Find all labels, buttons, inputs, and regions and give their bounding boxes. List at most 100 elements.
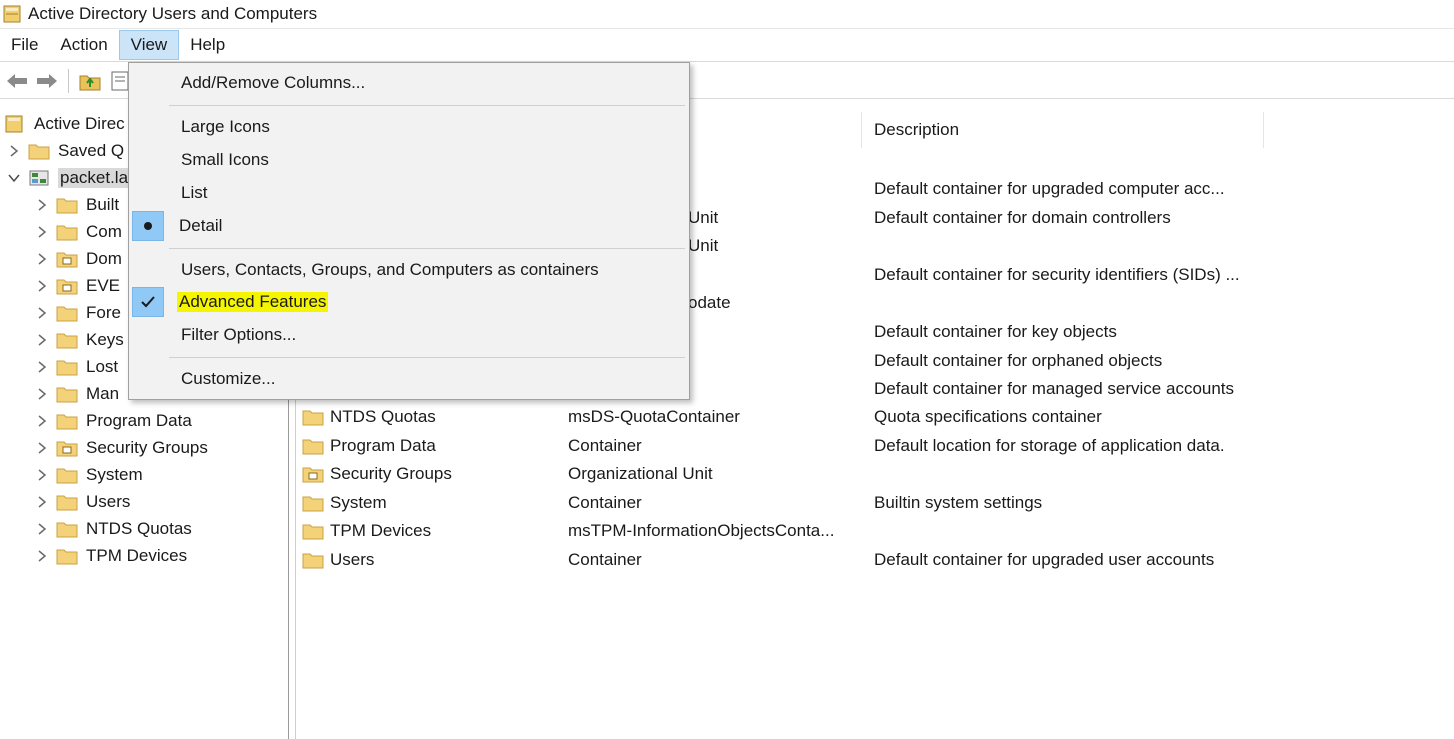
tree-item[interactable]: Fore: [34, 299, 121, 326]
tree-item[interactable]: Man: [34, 380, 119, 407]
list-item-name: System: [302, 489, 387, 517]
folder-icon: [302, 410, 324, 426]
tree-item-label: Keys: [86, 329, 124, 349]
tree-root-label: Active Direc: [34, 113, 125, 133]
expand-chevron-icon[interactable]: [34, 548, 50, 564]
menu-item-add-remove-columns[interactable]: Add/Remove Columns...: [129, 68, 689, 98]
expand-chevron-icon[interactable]: [34, 305, 50, 321]
title-bar: Active Directory Users and Computers: [0, 0, 1454, 28]
list-item-name-label: Program Data: [330, 435, 436, 455]
expand-chevron-icon[interactable]: [34, 359, 50, 375]
tree-item-domain[interactable]: packet.la: [6, 164, 131, 191]
list-item-type: Organizational Unit: [568, 464, 713, 484]
tree-root[interactable]: Active Direc: [4, 110, 125, 137]
list-item-type: Unit: [688, 207, 719, 227]
expand-chevron-icon[interactable]: [34, 521, 50, 537]
tree-item[interactable]: System: [34, 461, 143, 488]
list-item[interactable]: Security Groups Organizational Unit: [296, 460, 1454, 488]
menu-item-large-icons[interactable]: Large Icons: [129, 112, 689, 142]
menu-action[interactable]: Action: [49, 30, 118, 60]
expand-chevron-icon[interactable]: [34, 440, 50, 456]
tree-item[interactable]: TPM Devices: [34, 542, 187, 569]
tree-item[interactable]: Dom: [34, 245, 122, 272]
list-item-name: Security Groups: [302, 460, 452, 488]
expand-chevron-icon[interactable]: [34, 494, 50, 510]
expand-chevron-icon[interactable]: [34, 197, 50, 213]
list-item-description: Quota specifications container: [874, 407, 1102, 426]
folder-icon: [56, 198, 78, 213]
list-item-type: Unit: [688, 236, 719, 256]
tree-item[interactable]: Keys: [34, 326, 124, 353]
tree-item-label: Man: [86, 383, 120, 403]
expand-chevron-icon[interactable]: [6, 143, 22, 159]
up-one-level-button[interactable]: [77, 68, 103, 94]
tree-item-label: Lost: [86, 356, 119, 376]
list-item[interactable]: Program Data Container Default location fo…: [296, 432, 1454, 460]
list-item-type: msDS-QuotaContainer: [568, 407, 740, 426]
list-item[interactable]: NTDS Quotas msDS-QuotaContainer Quota spec…: [296, 403, 1454, 431]
toolbar-separator: [68, 68, 69, 93]
expand-chevron-icon[interactable]: [34, 278, 50, 294]
folder-icon: [56, 468, 78, 483]
menu-item-small-icons[interactable]: Small Icons: [129, 145, 689, 175]
column-header-description[interactable]: Description: [862, 112, 1264, 148]
aduc-icon: [5, 115, 23, 132]
tree-item-label: NTDS Quotas: [86, 518, 192, 538]
tree-item-label: Program Data: [86, 410, 192, 430]
list-item-name: TPM Devices: [302, 517, 431, 545]
ou-folder-icon: [56, 441, 78, 456]
expand-chevron-icon[interactable]: [34, 467, 50, 483]
forward-button[interactable]: [34, 68, 60, 94]
app-icon: [3, 5, 21, 23]
up-folder-icon: [79, 75, 101, 90]
folder-icon: [56, 225, 78, 240]
tree-item[interactable]: Built: [34, 191, 119, 218]
menu-item-advanced-features[interactable]: Advanced Features: [129, 287, 689, 317]
tree-item[interactable]: Users: [34, 488, 130, 515]
folder-icon: [302, 524, 324, 540]
menu-item-customize[interactable]: Customize...: [129, 364, 689, 394]
menu-separator: [169, 105, 685, 106]
tree-item[interactable]: Lost: [34, 353, 118, 380]
show-hide-tree-icon: [111, 71, 129, 90]
list-item[interactable]: Users Container Default container for upgr…: [296, 546, 1454, 574]
list-item-type: msTPM-InformationObjectsConta...: [568, 521, 835, 541]
menu-item-detail[interactable]: Detail: [129, 211, 689, 241]
tree-item-label: Dom: [86, 248, 122, 268]
expand-chevron-icon[interactable]: [34, 332, 50, 348]
list-item-description: Builtin system settings: [874, 492, 1043, 512]
tree-item[interactable]: Program Data: [34, 407, 192, 434]
list-item[interactable]: System Container Builtin system settings: [296, 489, 1454, 517]
expand-chevron-icon[interactable]: [34, 224, 50, 240]
menu-file[interactable]: File: [0, 30, 49, 60]
tree-item-saved-queries[interactable]: Saved Q: [6, 137, 124, 164]
ou-folder-icon: [56, 279, 78, 294]
tree-item[interactable]: Com: [34, 218, 122, 245]
expand-chevron-icon[interactable]: [34, 386, 50, 402]
menu-help[interactable]: Help: [179, 30, 236, 60]
folder-icon: [56, 495, 78, 510]
tree-item[interactable]: NTDS Quotas: [34, 515, 192, 542]
collapse-chevron-icon[interactable]: [6, 170, 22, 186]
folder-icon: [56, 522, 78, 537]
menu-view[interactable]: View: [118, 30, 180, 60]
tree-item-label: packet.la: [58, 167, 131, 188]
folder-icon: [56, 306, 78, 321]
menu-item-list[interactable]: List: [129, 178, 689, 208]
folder-icon: [56, 414, 78, 429]
radio-bullet-icon: [132, 211, 164, 241]
back-button[interactable]: [4, 68, 30, 94]
list-item[interactable]: TPM Devices msTPM-InformationObjectsConta…: [296, 517, 1454, 545]
list-item-description: Default container for upgraded user acco…: [874, 550, 1215, 569]
expand-chevron-icon[interactable]: [34, 413, 50, 429]
menu-item-filter-options[interactable]: Filter Options...: [129, 320, 689, 350]
tree-item[interactable]: EVE: [34, 272, 120, 299]
menu-separator: [169, 248, 685, 249]
tree-item-label: Built: [86, 194, 120, 214]
folder-icon: [302, 553, 324, 569]
menu-item-users-contacts-as-containers[interactable]: Users, Contacts, Groups, and Computers a…: [129, 255, 689, 285]
tree-item[interactable]: Security Groups: [34, 434, 208, 461]
list-item-name: Users: [302, 546, 374, 574]
expand-chevron-icon[interactable]: [34, 251, 50, 267]
list-item-name-label: NTDS Quotas: [330, 407, 436, 426]
